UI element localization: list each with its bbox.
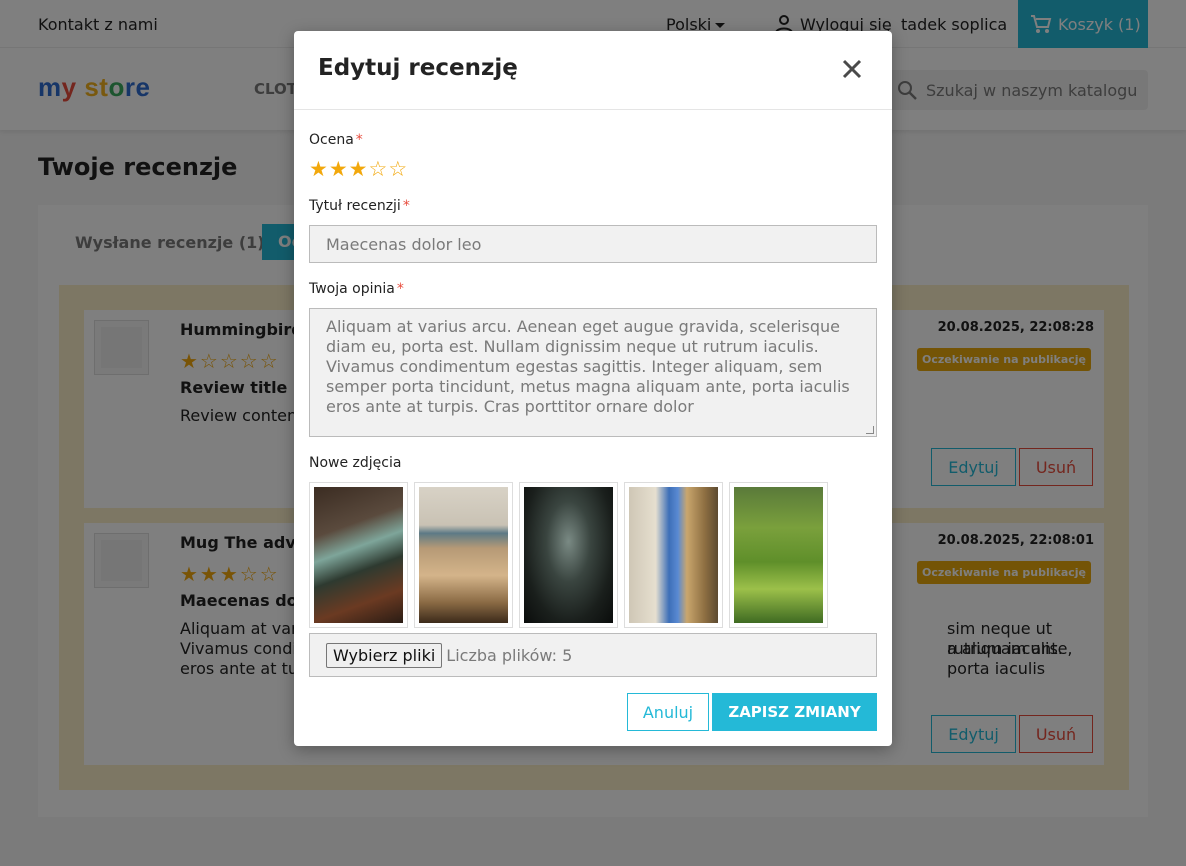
- modal-title: Edytuj recenzję: [318, 55, 518, 81]
- star-icon[interactable]: ★: [349, 157, 369, 181]
- new-photos-label: Nowe zdjęcia: [309, 455, 402, 471]
- save-changes-button[interactable]: ZAPISZ ZMIANY: [712, 693, 877, 731]
- star-icon[interactable]: ☆: [388, 157, 408, 181]
- chair-leaves-photo: [314, 487, 403, 623]
- star-icon[interactable]: ★: [309, 157, 329, 181]
- rating-input[interactable]: ★★★☆☆: [309, 157, 408, 181]
- file-count: Liczba plików: 5: [446, 645, 573, 665]
- beach-shore-photo: [419, 487, 508, 623]
- photo-preview[interactable]: [519, 482, 618, 628]
- close-icon[interactable]: [840, 57, 864, 81]
- edit-review-modal: Edytuj recenzję Ocena * ★★★☆☆ Tytuł recen…: [294, 31, 892, 746]
- review-title-label: Tytuł recenzji *: [309, 198, 410, 214]
- rating-label: Ocena *: [309, 132, 363, 148]
- star-icon[interactable]: ☆: [368, 157, 388, 181]
- star-icon[interactable]: ★: [329, 157, 349, 181]
- cancel-button[interactable]: Anuluj: [627, 693, 709, 731]
- city-buildings-photo: [629, 487, 718, 623]
- photo-preview[interactable]: [309, 482, 408, 628]
- resize-handle-icon[interactable]: [866, 426, 874, 434]
- photo-gallery: [309, 482, 828, 628]
- review-title-input[interactable]: Maecenas dolor leo: [309, 225, 877, 263]
- choose-files-button[interactable]: Wybierz pliki: [326, 642, 443, 668]
- green-hills-photo: [734, 487, 823, 623]
- file-input: Wybierz pliki Liczba plików: 5: [309, 633, 877, 677]
- photo-preview[interactable]: [729, 482, 828, 628]
- photo-preview[interactable]: [414, 482, 513, 628]
- dark-stairs-photo: [524, 487, 613, 623]
- opinion-textarea[interactable]: Aliquam at varius arcu. Aenean eget augu…: [309, 308, 877, 437]
- photo-preview[interactable]: [624, 482, 723, 628]
- opinion-label: Twoja opinia *: [309, 281, 404, 297]
- modal-header: Edytuj recenzję: [294, 31, 892, 110]
